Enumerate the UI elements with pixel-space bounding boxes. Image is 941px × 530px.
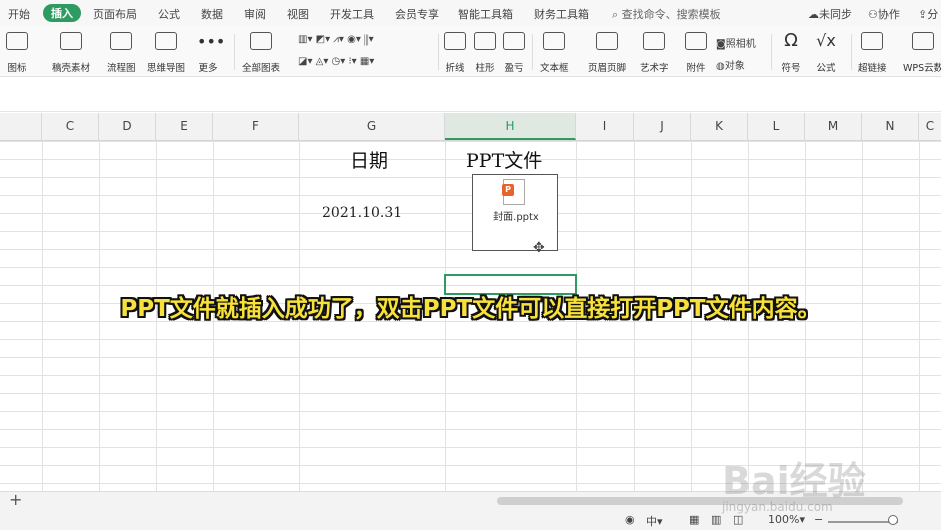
menu-data[interactable]: 数据 (201, 6, 223, 22)
menu-smart-tools[interactable]: 智能工具箱 (458, 6, 513, 22)
cloud-icon: ☁ (808, 8, 819, 21)
mindmap-button[interactable]: 思维导图 (147, 32, 185, 74)
sync-status[interactable]: ☁未同步 (808, 6, 852, 22)
equation-button[interactable]: √x 公式 (815, 31, 837, 75)
menu-page-layout[interactable]: 页面布局 (93, 6, 137, 22)
hyperlink-button[interactable]: 超链接 (858, 32, 887, 74)
textbox-button[interactable]: 文本框 (540, 32, 569, 74)
line-chart-icon (444, 32, 466, 50)
symbol-button[interactable]: Ω 符号 (780, 30, 802, 75)
user-icon: ⚇ (868, 8, 878, 21)
camera-button[interactable]: ◙照相机 (716, 35, 756, 50)
sqrt-icon: √x (816, 31, 836, 50)
share-icon: ⇪ (918, 8, 928, 21)
wps-cloud-data-button[interactable]: WPS云数 (903, 32, 941, 74)
cell-h-header[interactable]: PPT文件 (466, 146, 542, 173)
wordart-button[interactable]: 艺术字 (640, 32, 669, 74)
link-icon (861, 32, 884, 50)
normal-view-icon[interactable]: ▦ (689, 513, 699, 526)
collaborate-button[interactable]: ⚇协作 (868, 6, 900, 22)
omega-icon: Ω (784, 30, 798, 51)
object-button[interactable]: ◍对象 (716, 57, 745, 72)
ribbon-separator (851, 34, 852, 70)
page-icon (596, 32, 618, 50)
column-header-e[interactable]: E (156, 113, 213, 140)
menu-formula[interactable]: 公式 (158, 6, 180, 22)
tutorial-caption: PPT文件就插入成功了，双击PPT文件可以直接打开PPT文件内容。 (120, 296, 821, 322)
column-header-m[interactable]: M (805, 113, 862, 140)
embedded-file-name: 封面.pptx (493, 212, 539, 223)
column-header-l[interactable]: L (748, 113, 805, 140)
embedded-ppt-object[interactable]: P 封面.pptx (472, 174, 558, 251)
share-button[interactable]: ⇪分 (918, 6, 938, 22)
ribbon-separator (532, 34, 533, 70)
column-header-f[interactable]: F (213, 113, 299, 140)
column-header-row: C D E F G H I J K L M N C (0, 113, 941, 141)
column-chart-dropdown[interactable]: ▥▾ ◩▾ ⩘▾ ◉▾ ⫼▾ (298, 34, 374, 45)
eye-protection-icon[interactable]: ◉ (625, 513, 635, 526)
column-header-c[interactable]: C (42, 113, 99, 140)
watermark-url: jingyan.baidu.com (722, 500, 833, 514)
menu-start[interactable]: 开始 (8, 6, 30, 22)
sparkline-column-button[interactable]: 柱形 (474, 32, 496, 74)
column-chart-icon (474, 32, 496, 50)
flowchart-icon (110, 32, 133, 50)
column-header-o[interactable]: C (919, 113, 941, 140)
search-icon: ⌕ (612, 8, 619, 21)
cell-g-header[interactable]: 日期 (350, 146, 388, 173)
material-button[interactable]: 稿壳素材 (52, 32, 90, 74)
column-header-h[interactable]: H (445, 113, 576, 140)
more-chart-dropdowns[interactable]: ◪▾ ◬▾ ◷▾ ⁝▾ ▦▾ (298, 56, 374, 67)
more-dots-icon: ••• (197, 32, 226, 51)
column-header-g[interactable]: G (299, 113, 445, 140)
input-mode-button[interactable]: 中▾ (646, 513, 663, 529)
menu-review[interactable]: 审阅 (244, 6, 266, 22)
command-search[interactable]: ⌕ 查找命令、搜索模板 (612, 6, 721, 22)
bar-chart-icon (250, 32, 272, 50)
sparkline-line-button[interactable]: 折线 (444, 32, 466, 74)
row-header-corner[interactable] (0, 113, 42, 140)
menu-insert[interactable]: 插入 (43, 4, 81, 22)
ppt-badge: P (502, 184, 514, 196)
icon-library-button[interactable]: 图标 (6, 32, 28, 74)
baidu-watermark: Bai经验 jingyan.baidu.com (722, 430, 922, 520)
textbox-icon (543, 32, 566, 50)
ribbon-separator (438, 34, 439, 70)
wordart-icon (643, 32, 666, 50)
image-icon (60, 32, 82, 50)
paperclip-icon (685, 32, 707, 50)
watermark-brand: Bai经验 (722, 459, 866, 503)
more-button[interactable]: ••• 更多 (197, 32, 226, 74)
move-cursor-icon: ✥ (533, 240, 545, 256)
cell-g-date[interactable]: 2021.10.31 (322, 205, 402, 221)
column-header-j[interactable]: J (634, 113, 691, 140)
menu-finance-tools[interactable]: 财务工具箱 (534, 6, 589, 22)
formula-bar[interactable] (0, 77, 941, 112)
column-header-n[interactable]: N (862, 113, 919, 140)
add-sheet-button[interactable]: + (9, 490, 22, 509)
sparkline-winloss-button[interactable]: 盈亏 (503, 32, 525, 74)
mindmap-icon (155, 32, 177, 50)
flowchart-button[interactable]: 流程图 (107, 32, 136, 74)
page-layout-view-icon[interactable]: ▥ (711, 513, 721, 526)
all-charts-button[interactable]: 全部图表 (242, 32, 280, 74)
menu-bar: 开始 插入 页面布局 公式 数据 审阅 视图 开发工具 会员专享 智能工具箱 财… (0, 0, 941, 26)
header-footer-button[interactable]: 页眉页脚 (588, 32, 626, 74)
menu-developer[interactable]: 开发工具 (330, 6, 374, 22)
ribbon-separator (234, 34, 235, 70)
object-icon: ◍ (716, 61, 725, 72)
shapes-icon (6, 32, 28, 50)
ribbon-toolbar: 图标 稿壳素材 流程图 思维导图 ••• 更多 全部图表 ▥▾ ◩▾ ⩘▾ ◉▾ … (0, 26, 941, 77)
menu-member[interactable]: 会员专享 (395, 6, 439, 22)
column-header-i[interactable]: I (576, 113, 634, 140)
column-header-d[interactable]: D (99, 113, 156, 140)
menu-view[interactable]: 视图 (287, 6, 309, 22)
winloss-icon (503, 32, 525, 50)
camera-icon: ◙ (716, 39, 726, 50)
column-header-k[interactable]: K (691, 113, 748, 140)
pptx-file-icon: P (502, 179, 525, 205)
attachment-button[interactable]: 附件 (685, 32, 707, 74)
cloud-data-icon (912, 32, 935, 50)
ribbon-separator (771, 34, 772, 70)
